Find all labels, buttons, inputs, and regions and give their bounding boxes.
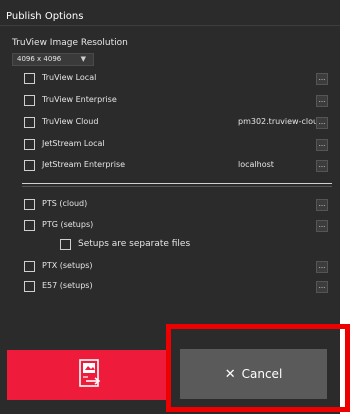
checkbox-pts[interactable] — [24, 199, 35, 210]
row-truview-local: TruView Local ... — [24, 72, 330, 88]
more-button-ptx[interactable]: ... — [316, 261, 328, 273]
panel-title: Publish Options — [6, 11, 84, 22]
label-pts: PTS (cloud) — [42, 199, 88, 208]
resolution-label: TruView Image Resolution — [12, 38, 128, 48]
row-jetstream-local: JetStream Local ... — [24, 138, 330, 154]
more-button-truview-local[interactable]: ... — [316, 73, 328, 85]
more-button-truview-cloud[interactable]: ... — [316, 117, 328, 129]
more-button-pts[interactable]: ... — [316, 199, 328, 211]
checkbox-separate-files[interactable] — [60, 239, 71, 250]
row-ptg: PTG (setups) ... — [24, 219, 330, 235]
section-divider-shadow — [22, 186, 332, 187]
row-ptx: PTX (setups) ... — [24, 260, 330, 276]
value-truview-cloud: pm302.truview-clou... — [238, 117, 326, 126]
checkbox-truview-cloud[interactable] — [24, 117, 35, 128]
value-jetstream-enterprise: localhost — [238, 160, 274, 169]
label-e57: E57 (setups) — [42, 281, 93, 290]
more-button-jetstream-enterprise[interactable]: ... — [316, 160, 328, 172]
checkbox-jetstream-enterprise[interactable] — [24, 160, 35, 171]
row-jetstream-enterprise: JetStream Enterprise localhost ... — [24, 159, 330, 175]
more-button-truview-enterprise[interactable]: ... — [316, 95, 328, 107]
chevron-down-icon: ▼ — [80, 55, 86, 63]
row-truview-enterprise: TruView Enterprise ... — [24, 94, 330, 110]
label-separate-files: Setups are separate files — [78, 239, 191, 249]
row-truview-cloud: TruView Cloud pm302.truview-clou... ... — [24, 116, 330, 132]
checkbox-ptg[interactable] — [24, 220, 35, 231]
checkbox-truview-enterprise[interactable] — [24, 95, 35, 106]
publish-options-panel: Publish Options TruView Image Resolution… — [0, 0, 340, 414]
label-ptx: PTX (setups) — [42, 261, 93, 270]
resolution-dropdown[interactable]: 4096 x 4096 ▼ — [12, 53, 94, 66]
row-separate-files: Setups are separate files — [60, 238, 260, 254]
checkbox-ptx[interactable] — [24, 261, 35, 272]
close-icon: ✕ — [224, 366, 236, 382]
publish-button[interactable] — [7, 350, 170, 400]
publish-export-icon — [79, 359, 101, 387]
cancel-label: Cancel — [241, 366, 283, 381]
checkbox-e57[interactable] — [24, 281, 35, 292]
cancel-button[interactable]: ✕ Cancel — [180, 349, 327, 399]
resolution-value: 4096 x 4096 — [17, 55, 62, 63]
label-truview-enterprise: TruView Enterprise — [42, 95, 117, 104]
label-jetstream-enterprise: JetStream Enterprise — [42, 160, 126, 169]
checkbox-jetstream-local[interactable] — [24, 139, 35, 150]
row-e57: E57 (setups) ... — [24, 280, 330, 296]
more-button-jetstream-local[interactable]: ... — [316, 139, 328, 151]
label-ptg: PTG (setups) — [42, 220, 94, 229]
title-divider — [0, 25, 340, 26]
checkbox-truview-local[interactable] — [24, 73, 35, 84]
section-divider — [22, 183, 332, 184]
label-truview-local: TruView Local — [42, 73, 97, 82]
row-pts: PTS (cloud) ... — [24, 198, 330, 214]
more-button-e57[interactable]: ... — [316, 281, 328, 293]
more-button-ptg[interactable]: ... — [316, 220, 328, 232]
label-jetstream-local: JetStream Local — [42, 139, 105, 148]
label-truview-cloud: TruView Cloud — [42, 117, 99, 126]
